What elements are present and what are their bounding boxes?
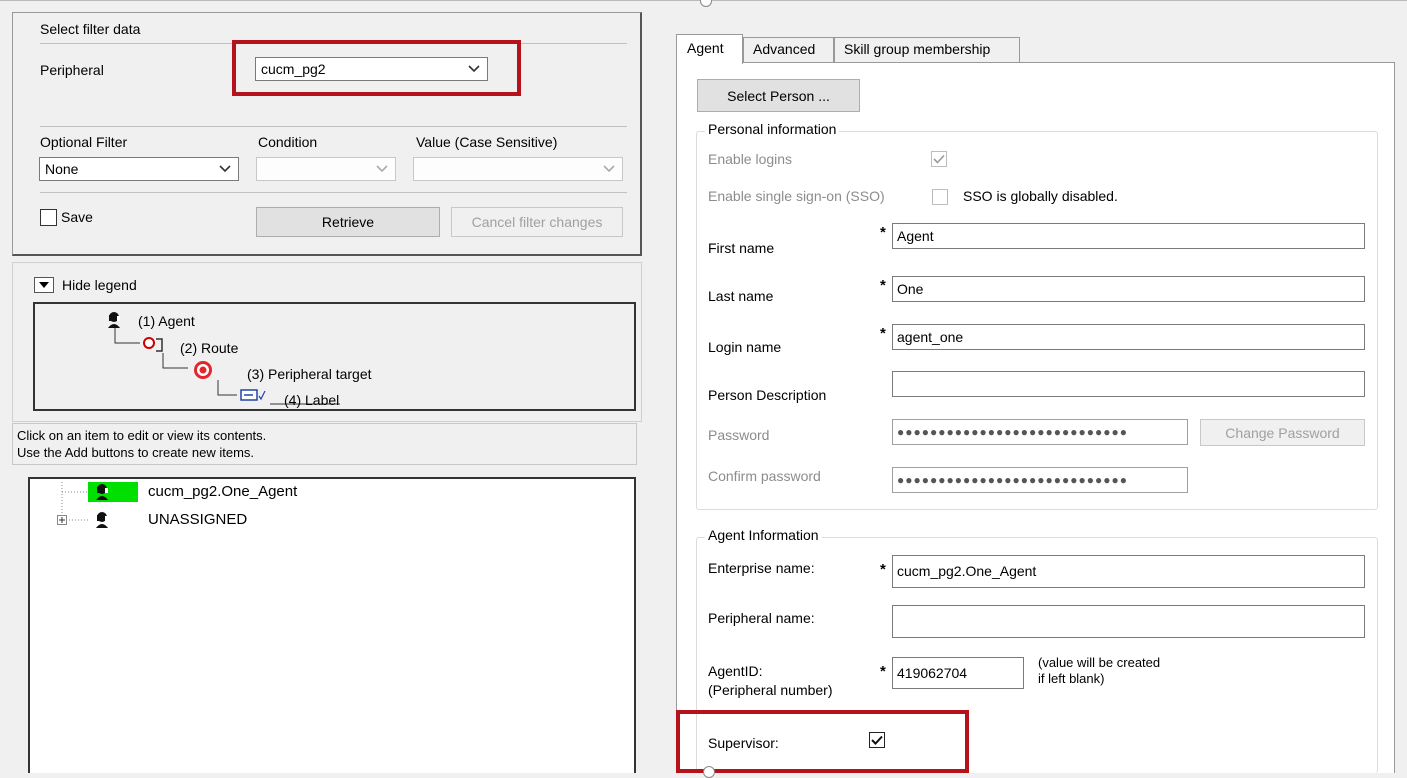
required-marker: * <box>880 663 886 680</box>
login-name-label: Login name <box>708 339 782 355</box>
password-label: Password <box>708 427 770 443</box>
sso-label: Enable single sign-on (SSO) <box>708 188 885 204</box>
last-name-label: Last name <box>708 288 774 304</box>
splitter[interactable] <box>654 0 664 773</box>
tab-agent[interactable]: Agent <box>676 34 743 64</box>
legend-connectors <box>114 328 340 405</box>
required-marker: * <box>880 224 886 241</box>
checkmark-icon <box>933 154 945 164</box>
agent-id-label: AgentID: <box>708 663 763 679</box>
last-name-input[interactable]: One <box>892 276 1365 302</box>
legend-item-peripheral-target: (3) Peripheral target <box>247 366 372 382</box>
select-person-button[interactable]: Select Person ... <box>697 79 860 112</box>
login-name-input[interactable]: agent_one <box>892 324 1365 350</box>
person-description-input[interactable] <box>892 371 1365 397</box>
agent-icon <box>106 311 122 331</box>
enable-logins-checkbox[interactable] <box>931 151 947 167</box>
supervisor-checkbox[interactable] <box>869 732 885 748</box>
required-marker: * <box>880 277 886 294</box>
tree-item-unassigned[interactable]: UNASSIGNED <box>148 511 247 528</box>
tab-advanced[interactable]: Advanced <box>743 37 834 62</box>
first-name-input[interactable]: Agent <box>892 223 1365 249</box>
first-name-label: First name <box>708 240 775 256</box>
route-icon <box>142 335 166 356</box>
agent-id-sub-label: (Peripheral number) <box>708 682 833 698</box>
agent-id-input[interactable]: 419062704 <box>892 657 1024 689</box>
change-password-button[interactable]: Change Password <box>1200 419 1365 446</box>
supervisor-label: Supervisor: <box>708 735 779 751</box>
agent-icon <box>94 511 110 531</box>
legend-item-label: (4) Label <box>284 392 340 408</box>
required-marker: * <box>880 325 886 342</box>
agent-id-note-1: (value will be created <box>1038 655 1161 670</box>
tree-item-one-agent[interactable]: cucm_pg2.One_Agent <box>148 483 297 500</box>
label-icon <box>240 388 266 405</box>
info-line-1: Click on an item to edit or view its con… <box>17 428 267 443</box>
required-marker: * <box>880 561 886 578</box>
tab-skill-group-membership-label: Skill group membership <box>844 41 991 57</box>
tab-skill-group-membership[interactable]: Skill group membership <box>834 37 1020 62</box>
personal-info-title: Personal information <box>705 121 840 137</box>
peripheral-target-icon <box>193 360 213 383</box>
checkmark-icon <box>871 735 883 745</box>
plus-icon <box>59 517 65 523</box>
password-input[interactable]: ●●●●●●●●●●●●●●●●●●●●●●●●●●●● <box>892 419 1188 445</box>
legend-item-route: (2) Route <box>180 340 239 356</box>
agent-icon <box>94 483 110 503</box>
resize-handle-icon <box>703 766 715 778</box>
agent-info-title: Agent Information <box>705 527 822 543</box>
person-description-label: Person Description <box>708 387 827 403</box>
confirm-password-input[interactable]: ●●●●●●●●●●●●●●●●●●●●●●●●●●●● <box>892 467 1188 493</box>
enterprise-name-input[interactable]: cucm_pg2.One_Agent <box>892 555 1365 588</box>
agent-id-note-2: if left blank) <box>1038 671 1105 686</box>
peripheral-name-label: Peripheral name: <box>708 610 815 626</box>
peripheral-name-input[interactable] <box>892 605 1365 638</box>
info-line-2: Use the Add buttons to create new items. <box>17 445 255 460</box>
tab-advanced-label: Advanced <box>753 41 816 57</box>
tab-agent-label: Agent <box>687 40 724 56</box>
legend-item-agent: (1) Agent <box>138 313 195 329</box>
sso-note: SSO is globally disabled. <box>963 188 1118 204</box>
left-panel: Select filter data Peripheral cucm_pg2 O… <box>0 0 654 773</box>
tree-expand-button[interactable] <box>57 515 67 525</box>
enable-logins-label: Enable logins <box>708 151 793 167</box>
enterprise-name-label: Enterprise name: <box>708 560 815 576</box>
confirm-password-label: Confirm password <box>708 468 821 484</box>
sso-checkbox[interactable] <box>932 189 948 205</box>
